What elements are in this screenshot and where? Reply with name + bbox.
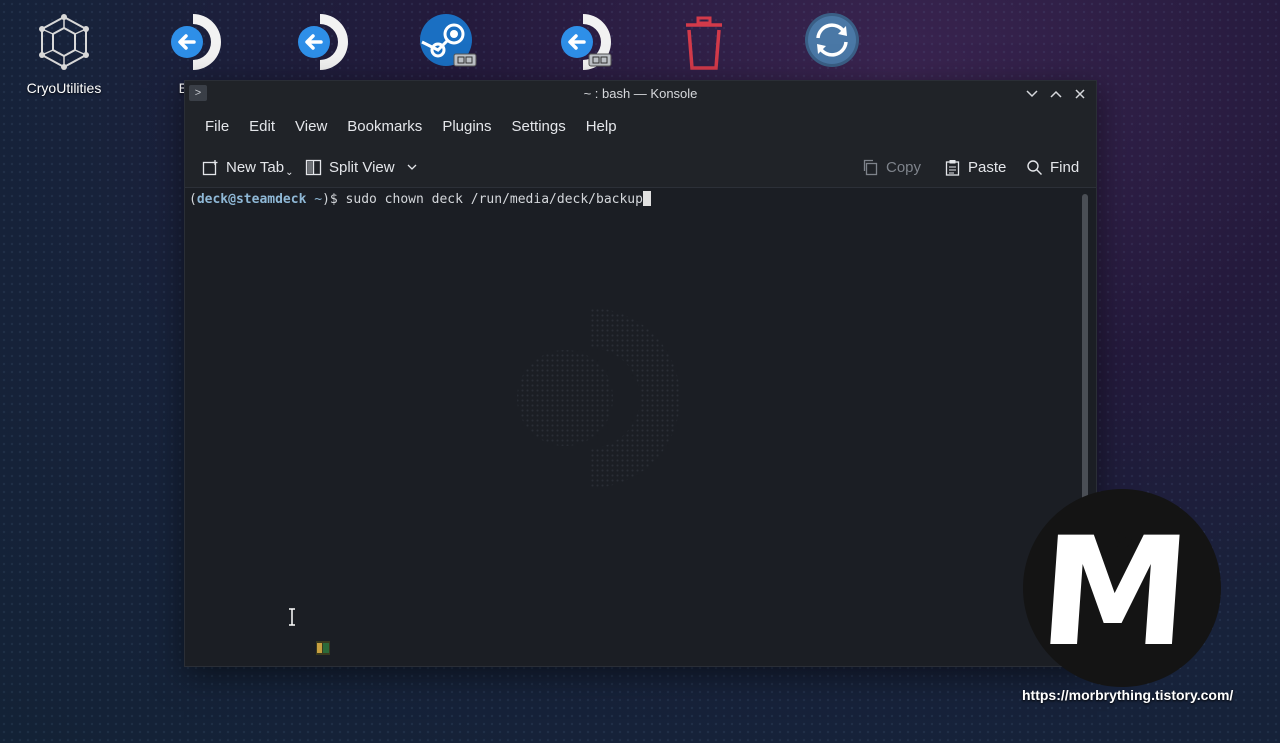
chevron-down-icon (407, 164, 417, 170)
menubar: File Edit View Bookmarks Plugins Setting… (185, 107, 1096, 145)
konsole-window: > ~ : bash — Konsole File Edit View Book… (184, 80, 1097, 678)
close-button[interactable] (1070, 84, 1090, 104)
trash-icon (686, 16, 722, 70)
menu-file[interactable]: File (195, 118, 239, 135)
prompt-open: ( (189, 192, 197, 207)
toolbar: New Tab ⌄ Split View Copy Paste Find (185, 145, 1096, 188)
paste-icon (945, 159, 960, 176)
prompt-directory: ~ (306, 192, 323, 207)
desktop-icon-cryoutilities[interactable]: CryoUtilities (9, 0, 119, 110)
menu-help[interactable]: Help (576, 118, 627, 135)
split-view-icon (305, 159, 322, 175)
prompt-close: )$ (322, 192, 346, 207)
prompt-user: deck@steamdeck (196, 192, 307, 207)
minimize-button[interactable] (1022, 84, 1042, 104)
new-tab-icon (202, 159, 218, 175)
chevron-up-icon (1050, 90, 1062, 98)
blog-url: https://morbrything.tistory.com/ (1022, 687, 1234, 703)
search-icon (1027, 159, 1042, 175)
window-titlebar[interactable]: > ~ : bash — Konsole (185, 81, 1096, 107)
steam-icon (420, 14, 477, 67)
text-cursor-icon (289, 608, 295, 626)
return-arrow-icon (561, 14, 612, 70)
split-view-label: Split View (329, 158, 395, 176)
blog-logo: M b (1023, 489, 1221, 687)
paste-button[interactable]: Paste (944, 156, 1006, 178)
split-view-button[interactable]: Split View (305, 156, 418, 178)
terminal-prompt-line: (deck@steamdeck ~)$ sudo chown deck /run… (189, 191, 651, 207)
return-arrow-icon (298, 14, 348, 70)
menu-bookmarks[interactable]: Bookmarks (337, 118, 432, 135)
menu-settings[interactable]: Settings (502, 118, 576, 135)
blog-logo-sub: b (1109, 516, 1133, 556)
copy-label: Copy (886, 158, 922, 176)
terminal-indicator-icon (316, 641, 330, 655)
dropdown-indicator-icon: ⌄ (285, 166, 294, 178)
desktop-icon-label: CryoUtilities (26, 80, 102, 96)
find-button[interactable]: Find (1026, 156, 1079, 178)
maximize-button[interactable] (1046, 84, 1066, 104)
terminal-cursor (642, 191, 651, 206)
blog-logo-mark: M b (1034, 506, 1195, 680)
new-tab-button[interactable]: New Tab ⌄ (202, 156, 293, 178)
new-tab-label: New Tab (226, 158, 285, 176)
menu-plugins[interactable]: Plugins (432, 118, 501, 135)
close-icon (1075, 89, 1085, 99)
menu-view[interactable]: View (285, 118, 337, 135)
chevron-down-icon (1026, 90, 1038, 98)
terminal-command: sudo chown deck /run/media/deck/backup (345, 192, 643, 207)
return-arrow-icon (171, 14, 221, 70)
paste-label: Paste (968, 158, 1007, 176)
menu-edit[interactable]: Edit (239, 118, 285, 135)
copy-button[interactable]: Copy (862, 156, 921, 178)
cryoutilities-icon (39, 14, 89, 70)
window-title: ~ : bash — Konsole (583, 86, 698, 101)
terminal-area[interactable]: (deck@steamdeck ~)$ sudo chown deck /run… (185, 188, 1096, 678)
refresh-icon (805, 13, 859, 67)
steamdeck-watermark-icon (517, 308, 680, 488)
find-label: Find (1050, 158, 1080, 176)
copy-icon (863, 159, 878, 175)
